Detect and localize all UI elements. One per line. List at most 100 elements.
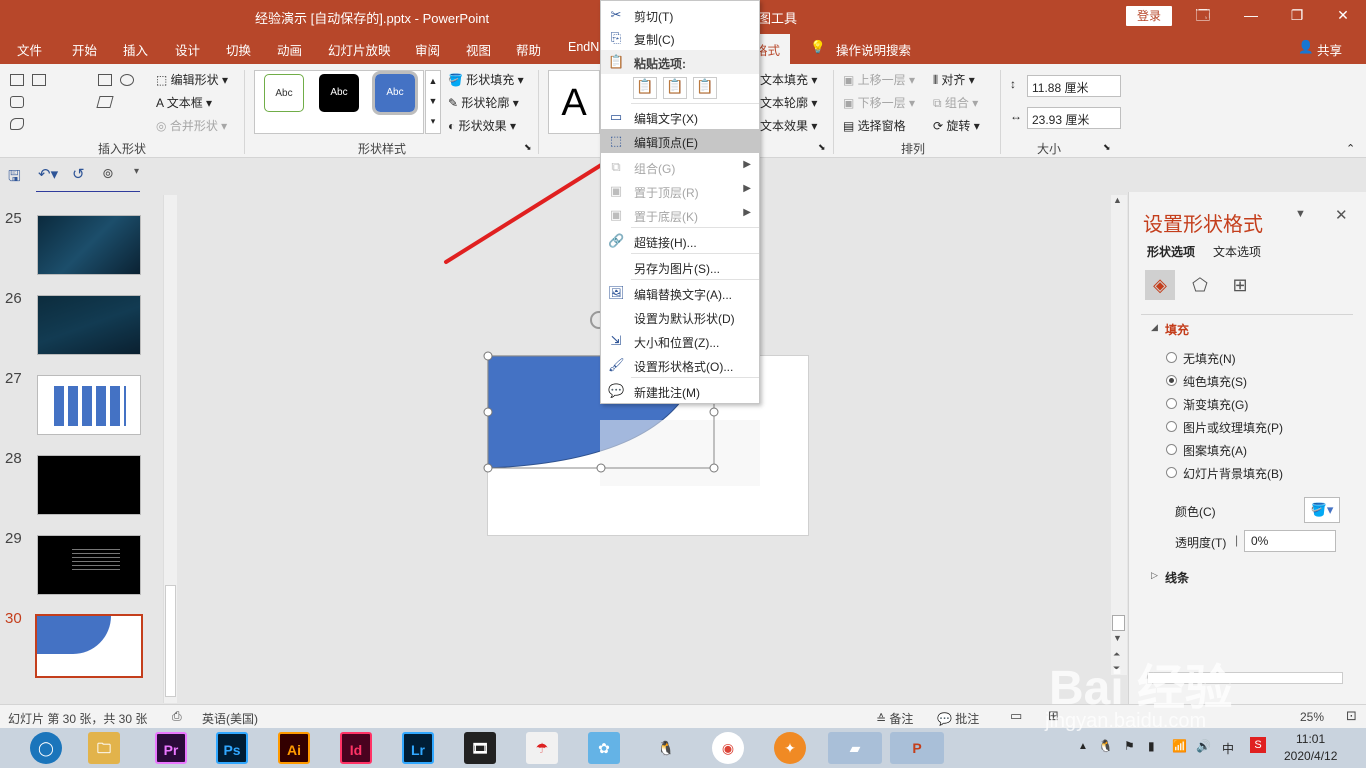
menu-edit-alt-text[interactable]: 🖼 编辑替换文字(A)... (601, 281, 759, 305)
group-button[interactable]: ⧉ 组合 ▾ (933, 94, 978, 111)
premiere-icon[interactable]: Pr (155, 732, 187, 764)
share-button[interactable]: 共享 (1317, 40, 1342, 59)
video-editor-icon[interactable]: 🎞 (464, 732, 496, 764)
rotate-button[interactable]: ⟳ 旋转 ▾ (933, 117, 980, 134)
styles-scroll[interactable]: ▲ ▼ ▾ (425, 70, 441, 134)
save-icon[interactable]: 🖫 (8, 166, 21, 191)
ime-indicator[interactable]: 中 (1222, 740, 1234, 757)
collapse-ribbon-icon[interactable]: ⌃ (1346, 142, 1355, 155)
language-indicator[interactable]: 英语(美国) (202, 710, 258, 727)
tab-file[interactable]: 文件 (17, 40, 42, 59)
resize-handle[interactable] (483, 407, 493, 417)
slide-thumbnail-30[interactable] (35, 614, 143, 678)
notes-app-icon[interactable]: ▰ (828, 732, 882, 764)
selection-pane-button[interactable]: ▤ 选择窗格 (843, 117, 906, 134)
customize-qat-icon[interactable]: ▾ (134, 166, 139, 177)
line-section-header[interactable]: 线条 (1165, 569, 1189, 586)
oval-shape-icon[interactable] (120, 74, 134, 86)
scroll-up-icon[interactable]: ▲ (1113, 195, 1122, 205)
comments-button[interactable]: 💬 批注 (937, 710, 979, 727)
normal-view-icon[interactable]: ▭ (1010, 708, 1022, 724)
chat-app-icon[interactable]: ✿ (588, 732, 620, 764)
slide-thumbnail-25[interactable] (37, 215, 141, 275)
file-explorer-icon[interactable]: 🗀 (88, 732, 120, 764)
tab-text-options[interactable]: 文本选项 (1213, 243, 1261, 260)
tab-help[interactable]: 帮助 (516, 40, 541, 59)
text-fill-button[interactable]: 文本填充 ▾ (760, 71, 817, 88)
tab-home[interactable]: 开始 (72, 40, 97, 59)
menu-send-to-back[interactable]: ▣ 置于底层(K) ▶ (601, 203, 759, 227)
paste-keep-format-icon[interactable]: 📋 (633, 77, 657, 99)
tray-battery-icon[interactable]: ▮ (1148, 739, 1155, 753)
redo-icon[interactable]: ↺ (72, 165, 85, 183)
paste-text-only-icon[interactable]: 📋 (693, 77, 717, 99)
canvas-scrollbar[interactable]: ▲ ▼ ⏶ ⏷ (1111, 195, 1127, 675)
slide-thumbnail-28[interactable] (37, 455, 141, 515)
merge-shapes-button[interactable]: ◎ 合并形状 ▾ (156, 117, 227, 134)
style-outline-green[interactable]: Abc (264, 74, 304, 112)
style-blue[interactable]: Abc (372, 71, 418, 115)
tab-insert[interactable]: 插入 (123, 40, 148, 59)
chrome-icon[interactable]: ◉ (712, 732, 744, 764)
slide-thumbnail-27[interactable] (37, 375, 141, 435)
start-icon[interactable]: ◯ (30, 732, 62, 764)
paste-picture-icon[interactable]: 📋 (663, 77, 687, 99)
presentation-icon[interactable]: ⊚ (102, 165, 114, 182)
tray-network-icon[interactable]: 📶 (1172, 739, 1187, 753)
menu-cut[interactable]: ✂ 剪切(T) (601, 3, 759, 27)
notes-button[interactable]: ≙ 备注 (876, 710, 913, 727)
login-button[interactable]: 登录 (1126, 6, 1172, 26)
align-button[interactable]: ⫴ 对齐 ▾ (933, 71, 975, 88)
shape-fill-button[interactable]: 🪣 形状填充 ▾ (448, 71, 524, 88)
close-icon[interactable]: ✕ (1332, 5, 1354, 25)
radio-solid-fill[interactable] (1166, 375, 1177, 386)
slide-thumbnail-29[interactable] (37, 535, 141, 595)
collapse-fill-icon[interactable]: ◢ (1151, 322, 1158, 333)
radio-gradient-fill[interactable] (1166, 398, 1177, 409)
menu-edit-text[interactable]: ▭ 编辑文字(X) (601, 105, 759, 129)
powerpoint-taskbar-icon[interactable]: P (890, 732, 944, 764)
tab-review[interactable]: 审阅 (415, 40, 440, 59)
menu-new-comment[interactable]: 💬 新建批注(M) (601, 379, 759, 403)
tab-endnote[interactable]: EndN (568, 40, 599, 54)
lightroom-icon[interactable]: Lr (402, 732, 434, 764)
transparency-input[interactable]: 0% (1244, 530, 1336, 552)
minimize-icon[interactable]: — (1240, 5, 1262, 25)
tray-qq-icon[interactable]: 🐧 (1098, 739, 1113, 753)
tray-flag-icon[interactable]: ⚑ (1124, 739, 1135, 753)
spellcheck-icon[interactable]: ⎙ (172, 709, 182, 724)
text-box-button[interactable]: A 文本框 ▾ (156, 94, 212, 111)
send-backward-button[interactable]: ▣ 下移一层 ▾ (843, 94, 915, 111)
rounded-rect-shape-icon[interactable] (10, 96, 24, 108)
thumbnails-scrollbar[interactable] (163, 195, 177, 703)
size-properties-icon[interactable]: ⊞ (1225, 270, 1255, 300)
tab-animations[interactable]: 动画 (277, 40, 302, 59)
ribbon-display-icon[interactable]: 🗔 (1192, 5, 1214, 25)
umbrella-app-icon[interactable]: ☂ (526, 732, 558, 764)
tab-view[interactable]: 视图 (466, 40, 491, 59)
shapes-gallery[interactable] (10, 72, 140, 134)
tab-shape-options[interactable]: 形状选项 (1147, 243, 1195, 260)
menu-hyperlink[interactable]: 🔗 超链接(H)... (601, 229, 759, 253)
menu-save-as-picture[interactable]: 另存为图片(S)... (601, 255, 759, 279)
wordart-launcher-icon[interactable]: ⬊ (818, 142, 826, 153)
tab-transitions[interactable]: 切换 (226, 40, 251, 59)
radio-no-fill[interactable] (1166, 352, 1177, 363)
undo-icon[interactable]: ↶▾ (38, 165, 58, 183)
wordart-style-a[interactable]: A (548, 70, 600, 134)
style-black[interactable]: Abc (319, 74, 359, 112)
tab-design[interactable]: 设计 (175, 40, 200, 59)
resize-handle[interactable] (483, 463, 493, 473)
arrow-shape-icon[interactable] (96, 96, 114, 108)
menu-bring-to-front[interactable]: ▣ 置于顶层(R) ▶ (601, 179, 759, 203)
resize-handle[interactable] (596, 463, 606, 473)
width-field[interactable]: 23.93 厘米 (1027, 107, 1121, 129)
tell-me-search[interactable]: 操作说明搜索 (836, 40, 911, 59)
color-picker-button[interactable]: 🪣▾ (1304, 497, 1340, 523)
radio-picture-fill[interactable] (1166, 421, 1177, 432)
pane-close-icon[interactable]: ✕ (1335, 206, 1348, 224)
photoshop-icon[interactable]: Ps (216, 732, 248, 764)
edit-shape-button[interactable]: ⬚ 编辑形状 ▾ (156, 71, 228, 88)
slide-thumbnail-26[interactable] (37, 295, 141, 355)
size-launcher-icon[interactable]: ⬊ (1103, 142, 1111, 153)
